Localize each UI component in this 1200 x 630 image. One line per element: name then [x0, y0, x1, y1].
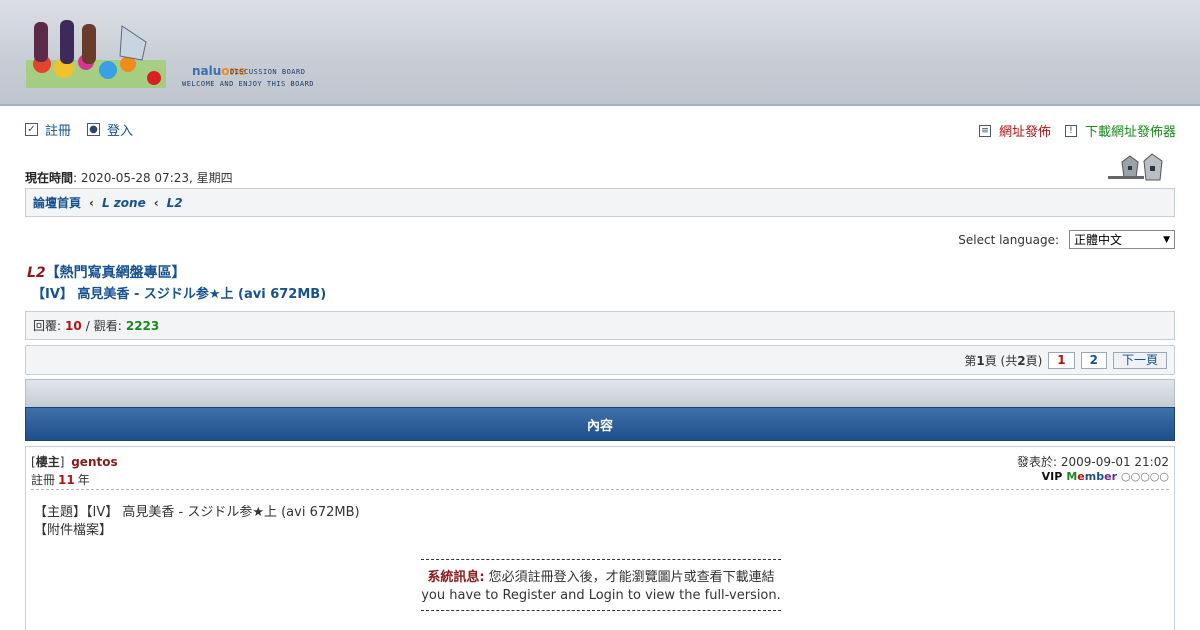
post-role: 樓主	[35, 455, 60, 469]
time-value: : 2020-05-28 07:23, 星期四	[73, 171, 233, 185]
breadcrumb: 論壇首頁 ‹ L zone ‹ L2	[25, 188, 1175, 217]
language-dropdown[interactable]: 正體中文 ▼	[1069, 230, 1175, 249]
user-nav: ✓ 註冊 ● 登入	[25, 120, 149, 139]
login-label: 登入	[107, 124, 134, 139]
notice-line-2: you have to Register and Login to view t…	[421, 588, 781, 603]
page-info-prefix: 第	[964, 353, 977, 368]
login-icon: ●	[87, 123, 101, 136]
rank-part-2: e	[1077, 470, 1085, 483]
stats-separator: /	[85, 318, 90, 333]
content-header-label: 內容	[586, 418, 613, 434]
reg-label: 註冊	[31, 473, 56, 487]
checkbox-icon: ✓	[25, 123, 38, 136]
current-time: 現在時間: 2020-05-28 07:23, 星期四	[25, 169, 233, 186]
replies-count: 10	[65, 318, 82, 333]
phpbb-logo-icon[interactable]	[1108, 152, 1174, 182]
page-2-button[interactable]: 2	[1080, 351, 1107, 369]
alert-icon: !	[1064, 124, 1077, 137]
language-label: Select language:	[958, 232, 1059, 247]
member-rank: VIP Me mb er ○○○○○	[1042, 470, 1169, 483]
page-info-suffix: 頁)	[1025, 353, 1043, 368]
notice-text: 您必須註冊登入後，才能瀏覽圖片或查看下載連結	[484, 570, 775, 585]
forum-title[interactable]: L2【熱門寫真網盤專區】	[27, 262, 186, 282]
language-selected: 正體中文	[1074, 233, 1123, 247]
topic-stats: 回覆: 10 / 觀看: 2223	[25, 311, 1175, 340]
content-column-header: 內容	[25, 407, 1175, 441]
login-link[interactable]: ● 登入	[87, 120, 133, 139]
site-logo[interactable]: naluone DISCUSSION BOARD WELCOME AND ENJ…	[24, 16, 344, 91]
rank-part-3: mb	[1084, 470, 1105, 483]
post: [樓主] gentos 註冊 11 年 發表於: 2009-09-01 21:02 …	[25, 446, 1175, 630]
post-divider	[31, 489, 1169, 490]
notice-label: 系統訊息:	[427, 570, 485, 585]
breadcrumb-separator: ‹	[153, 195, 159, 210]
pagination: 第1頁 (共2頁) 1 2 下一頁	[25, 345, 1175, 375]
views-label: 觀看:	[93, 319, 122, 333]
notice-line-1: 系統訊息: 您必須註冊登入後，才能瀏覽圖片或查看下載連結	[421, 566, 781, 585]
table-top-bar	[25, 379, 1175, 407]
system-notice: 系統訊息: 您必須註冊登入後，才能瀏覽圖片或查看下載連結 you have to…	[421, 559, 781, 611]
page-info: 第1頁 (共2頁)	[964, 352, 1042, 369]
forum-name: 【熱門寫真網盤專區】	[45, 265, 186, 281]
post-date: 發表於: 2009-09-01 21:02	[1017, 455, 1169, 469]
replies-label: 回覆:	[33, 319, 62, 333]
breadcrumb-separator: ‹	[89, 195, 94, 210]
views-count: 2223	[125, 318, 160, 333]
reg-unit: 年	[77, 473, 90, 487]
downloader-label: 下載網址發佈器	[1084, 125, 1176, 140]
logo-artwork-icon	[26, 20, 166, 88]
brand-tagline-1: DISCUSSION BOARD	[230, 68, 306, 76]
post-author-line: [樓主] gentos	[31, 453, 118, 470]
rank-part-4: er	[1104, 470, 1117, 483]
breadcrumb-zone[interactable]: L zone	[102, 196, 146, 210]
post-subject: 【主題】【IV】 高見美香 - スジドル参★上 (avi 672MB)	[34, 505, 360, 520]
url-publish-link[interactable]: ≡ 網址發佈	[978, 121, 1051, 140]
time-label: 現在時間	[25, 171, 74, 185]
register-label: 註冊	[45, 124, 72, 139]
rank-part-1: M	[1066, 470, 1078, 483]
reg-years: 11	[58, 473, 75, 487]
page-1-button[interactable]: 1	[1048, 351, 1075, 369]
page-total-number: 2	[1017, 353, 1026, 368]
dropdown-arrow-icon: ▼	[1163, 234, 1170, 245]
next-page-button[interactable]: 下一頁	[1112, 351, 1167, 369]
forum-code: L2	[27, 265, 46, 281]
role-bracket-close: ]	[59, 455, 65, 469]
language-selector: Select language: 正體中文 ▼	[958, 230, 1175, 249]
list-icon: ≡	[978, 124, 991, 137]
register-link[interactable]: ✓ 註冊	[25, 120, 71, 139]
breadcrumb-forum[interactable]: L2	[167, 196, 183, 210]
page-current-number: 1	[976, 353, 985, 368]
page-info-middle: 頁 (共	[984, 353, 1018, 368]
url-publish-label: 網址發佈	[998, 125, 1051, 140]
rank-vip: VIP	[1041, 470, 1063, 483]
brand-tagline-2: WELCOME AND ENJOY THIS BOARD	[182, 80, 315, 88]
breadcrumb-home[interactable]: 論壇首頁	[33, 194, 81, 211]
site-header: naluone DISCUSSION BOARD WELCOME AND ENJ…	[0, 0, 1200, 106]
rank-stars-icon: ○○○○○	[1121, 470, 1169, 483]
topic-title[interactable]: 【IV】 高見美香 - スジドル参★上 (avi 672MB)	[32, 283, 326, 302]
post-author[interactable]: gentos	[71, 455, 117, 469]
post-registration: 註冊 11 年	[31, 471, 90, 488]
post-attachment-label: 【附件檔案】	[34, 523, 113, 538]
downloader-link[interactable]: ! 下載網址發佈器	[1064, 121, 1176, 140]
tools-nav: ≡ 網址發佈 ! 下載網址發佈器	[965, 121, 1176, 140]
brand-prefix: nalu	[192, 64, 222, 78]
